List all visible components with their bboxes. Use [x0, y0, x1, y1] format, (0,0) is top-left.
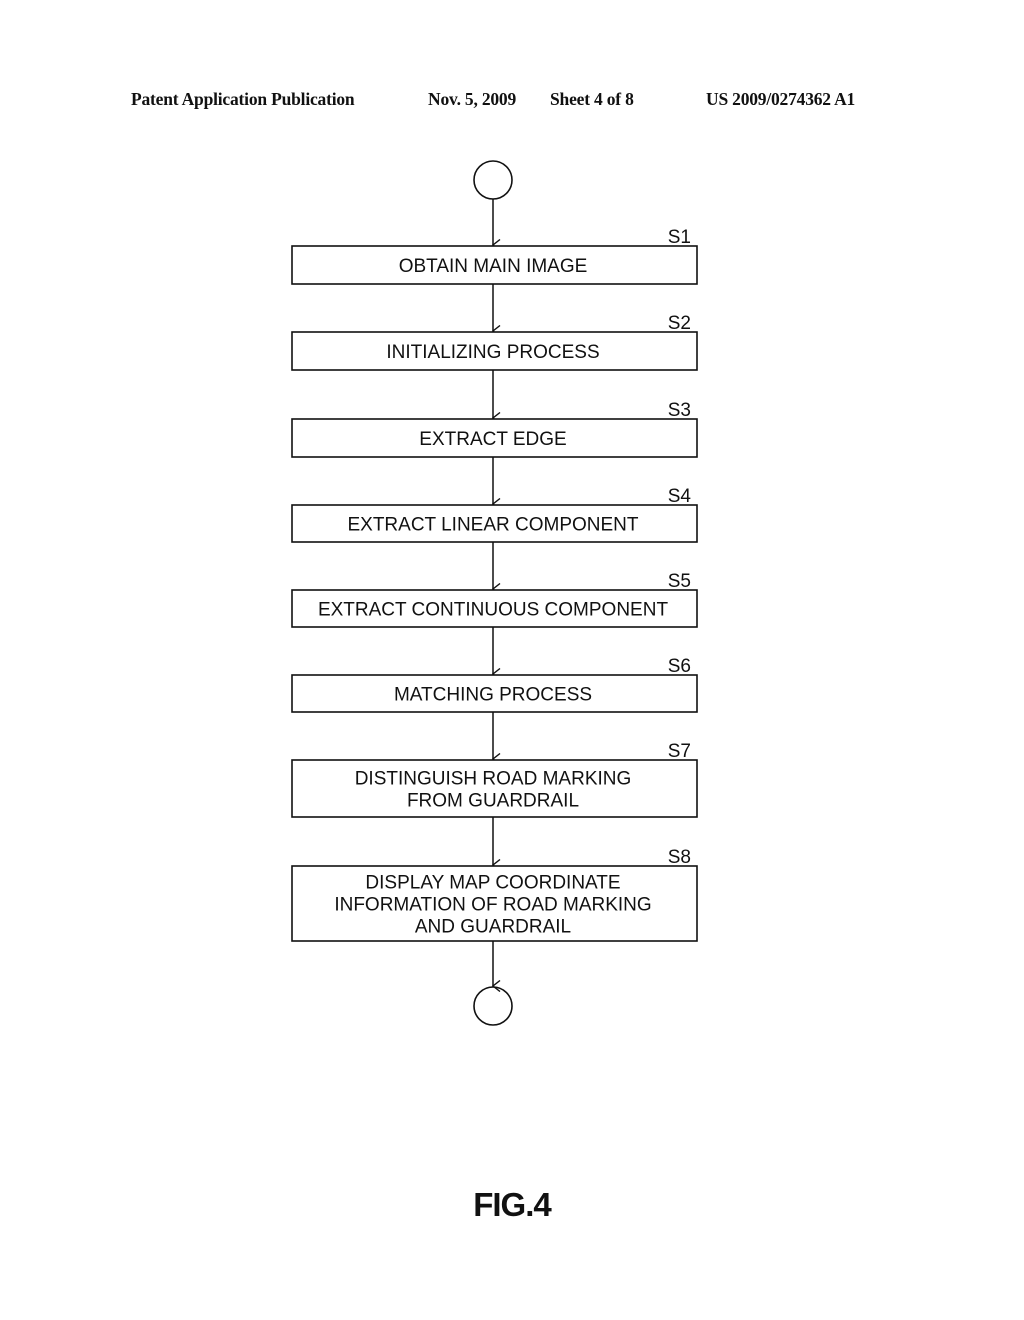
step-text: EXTRACT CONTINUOUS COMPONENT [318, 600, 669, 621]
start-terminal [473, 160, 513, 200]
step-text: MATCHING PROCESS [394, 685, 592, 706]
step-text: AND GUARDRAIL [415, 917, 571, 938]
step-text: INITIALIZING PROCESS [386, 342, 599, 363]
step-text: OBTAIN MAIN IMAGE [399, 256, 588, 277]
step-label-s3: S3 [668, 400, 691, 421]
step-text: DISPLAY MAP COORDINATE [365, 873, 620, 894]
step-text: DISTINGUISH ROAD MARKING [355, 769, 632, 790]
flowchart: S1 OBTAIN MAIN IMAGE S2 INITIALIZING PROCES… [291, 160, 698, 1026]
step-text: INFORMATION OF ROAD MARKING [334, 895, 651, 916]
figure-label: FIG.4 [473, 1186, 552, 1223]
step-text: EXTRACT EDGE [419, 429, 566, 450]
step-label-s7: S7 [668, 741, 691, 762]
step-label-s8: S8 [668, 847, 691, 868]
step-label-s2: S2 [668, 313, 691, 334]
step-label-s1: S1 [668, 227, 691, 248]
step-text: FROM GUARDRAIL [407, 791, 579, 812]
step-label-s4: S4 [668, 486, 692, 507]
step-label-s6: S6 [668, 656, 691, 677]
step-label-s5: S5 [668, 571, 691, 592]
end-terminal [473, 986, 513, 1026]
step-text: EXTRACT LINEAR COMPONENT [347, 515, 638, 536]
